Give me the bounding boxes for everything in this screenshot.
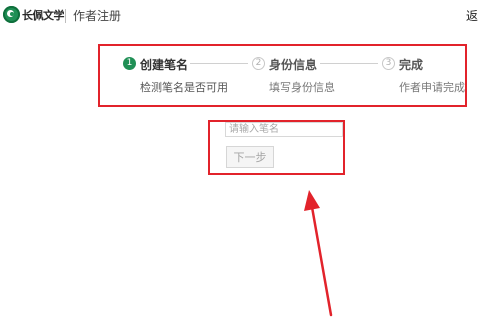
red-arrow-annotation <box>304 190 333 317</box>
